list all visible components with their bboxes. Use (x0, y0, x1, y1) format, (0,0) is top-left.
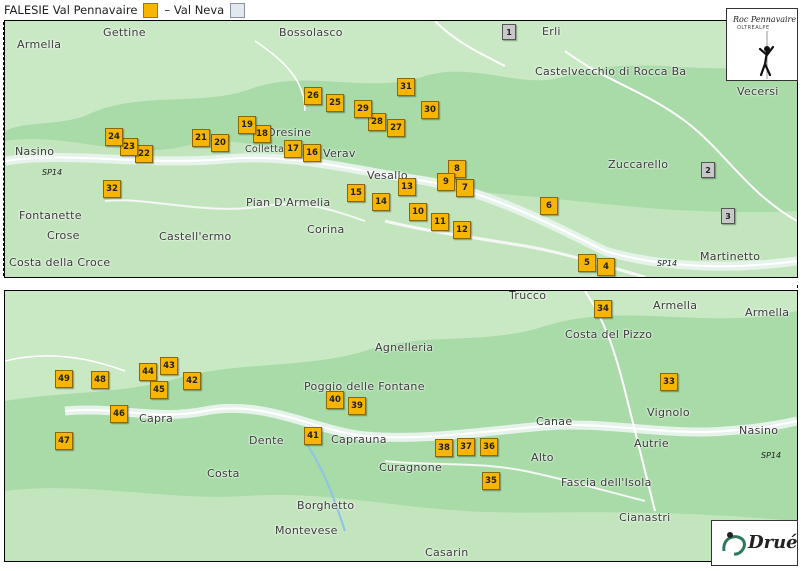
legend-title: FALESIE Val Pennavaire (4, 3, 138, 17)
crag-marker[interactable]: 14 (372, 193, 390, 211)
map-panel-bottom[interactable]: Trucco Armella Armella Costa del Pizzo A… (4, 290, 798, 562)
crag-marker[interactable]: 6 (540, 197, 558, 215)
place-label: Curagnone (379, 461, 443, 474)
crag-marker[interactable]: 38 (435, 439, 453, 457)
legend-swatch-pennavaire (143, 2, 159, 18)
place-label: Colletta (245, 144, 285, 155)
climber-icon (758, 31, 775, 79)
place-label: Fontanette (19, 209, 82, 222)
place-label: Autrie (634, 437, 669, 450)
place-label: Martinetto (700, 250, 761, 263)
place-label: Borghetto (297, 499, 355, 512)
place-label: Vecersi (737, 85, 779, 98)
place-label: Armella (745, 306, 790, 319)
crag-marker[interactable]: 7 (456, 179, 474, 197)
crag-marker-neva[interactable]: 3 (721, 208, 735, 224)
crag-marker[interactable]: 4 (597, 258, 615, 276)
crag-marker[interactable]: 11 (431, 213, 449, 231)
crag-marker[interactable]: 49 (55, 370, 73, 388)
crag-marker[interactable]: 44 (139, 363, 157, 381)
place-label: Pian D'Armelia (246, 196, 331, 209)
road-label: SP14 (42, 168, 63, 177)
crag-marker[interactable]: 12 (453, 221, 471, 239)
place-label: Costa (207, 467, 240, 480)
crag-marker[interactable]: 26 (304, 87, 322, 105)
crag-marker[interactable]: 9 (437, 173, 455, 191)
place-label: Crose (47, 229, 80, 242)
dashed-border-left (3, 22, 4, 276)
crag-marker[interactable]: 45 (150, 381, 168, 399)
crag-marker[interactable]: 33 (660, 373, 678, 391)
crag-marker[interactable]: 42 (183, 372, 201, 390)
map-legend: FALESIE Val Pennavaire – Val Neva (4, 2, 246, 18)
crag-marker[interactable]: 31 (397, 78, 415, 96)
place-label: Oresine (267, 126, 312, 139)
crag-marker-neva[interactable]: 2 (701, 162, 715, 178)
place-label: Alto (531, 451, 554, 464)
place-label: Gettine (103, 26, 146, 39)
crag-marker[interactable]: 30 (421, 101, 439, 119)
place-label: Bossolasco (279, 26, 343, 39)
crag-marker[interactable]: 29 (354, 100, 372, 118)
crag-marker[interactable]: 32 (103, 180, 121, 198)
place-label: Nasino (15, 145, 55, 158)
crag-marker[interactable]: 36 (480, 438, 498, 456)
drue-logo-text: Drué (748, 532, 798, 553)
legend-swatch-neva (230, 2, 246, 18)
road-label: SP14 (657, 259, 678, 268)
crag-marker[interactable]: 39 (348, 397, 366, 415)
place-label: Castelvecchio di Rocca Ba (535, 65, 687, 78)
place-label: Capra (139, 412, 174, 425)
crag-marker[interactable]: 5 (578, 254, 596, 272)
crag-marker[interactable]: 19 (238, 116, 256, 134)
place-label: Costa del Pizzo (565, 328, 653, 341)
crag-marker[interactable]: 37 (457, 438, 475, 456)
crag-marker[interactable]: 15 (347, 184, 365, 202)
legend-separator: – Val Neva (164, 3, 225, 17)
place-label: Poggio delle Fontane (304, 380, 425, 393)
crag-marker[interactable]: 43 (160, 357, 178, 375)
place-label: Agnelleria (375, 341, 434, 354)
crag-marker[interactable]: 27 (387, 119, 405, 137)
place-label: Casarin (425, 546, 469, 559)
place-label: Armella (653, 299, 698, 312)
drue-logo: Drué (711, 520, 798, 566)
crag-marker[interactable]: 20 (211, 134, 229, 152)
crag-marker[interactable]: 25 (326, 94, 344, 112)
crag-marker[interactable]: 17 (284, 140, 302, 158)
crag-marker[interactable]: 24 (105, 128, 123, 146)
place-label: Corina (307, 223, 345, 236)
climbing-logo-top: Roc Pennavaire OLTREALPE (726, 8, 798, 81)
crag-marker[interactable]: 35 (482, 472, 500, 490)
crag-marker[interactable]: 41 (304, 427, 322, 445)
crag-marker[interactable]: 48 (91, 371, 109, 389)
place-label: Vignolo (647, 406, 690, 419)
crag-marker[interactable]: 40 (326, 391, 344, 409)
place-label: Costa della Croce (9, 256, 111, 269)
place-label: Trucco (509, 290, 547, 302)
place-label: Castell'ermo (159, 230, 232, 243)
place-label: Erli (542, 25, 561, 38)
place-label: Armella (17, 38, 62, 51)
place-label: Dente (249, 434, 284, 447)
crag-marker[interactable]: 34 (594, 300, 612, 318)
crag-marker[interactable]: 21 (192, 129, 210, 147)
crag-marker[interactable]: 10 (409, 203, 427, 221)
place-label: Zuccarello (608, 158, 669, 171)
map-panel-top[interactable]: Gettine Bossolasco Erli Armella Castelve… (4, 20, 798, 278)
place-label: Caprauna (331, 433, 387, 446)
road-label: SP14 (761, 451, 782, 460)
crag-marker[interactable]: 46 (110, 405, 128, 423)
place-label: Verav (323, 147, 356, 160)
place-label: Montevese (275, 524, 338, 537)
crag-marker-neva[interactable]: 1 (502, 24, 516, 40)
crag-marker[interactable]: 13 (398, 178, 416, 196)
crag-marker[interactable]: 16 (303, 144, 321, 162)
place-label: Canae (536, 415, 573, 428)
place-label: Cianastri (619, 511, 671, 524)
map-bottom-terrain (5, 291, 797, 561)
place-label: Nasino (739, 424, 779, 437)
crag-marker[interactable]: 47 (55, 432, 73, 450)
place-label: Fascia dell'Isola (561, 476, 652, 489)
